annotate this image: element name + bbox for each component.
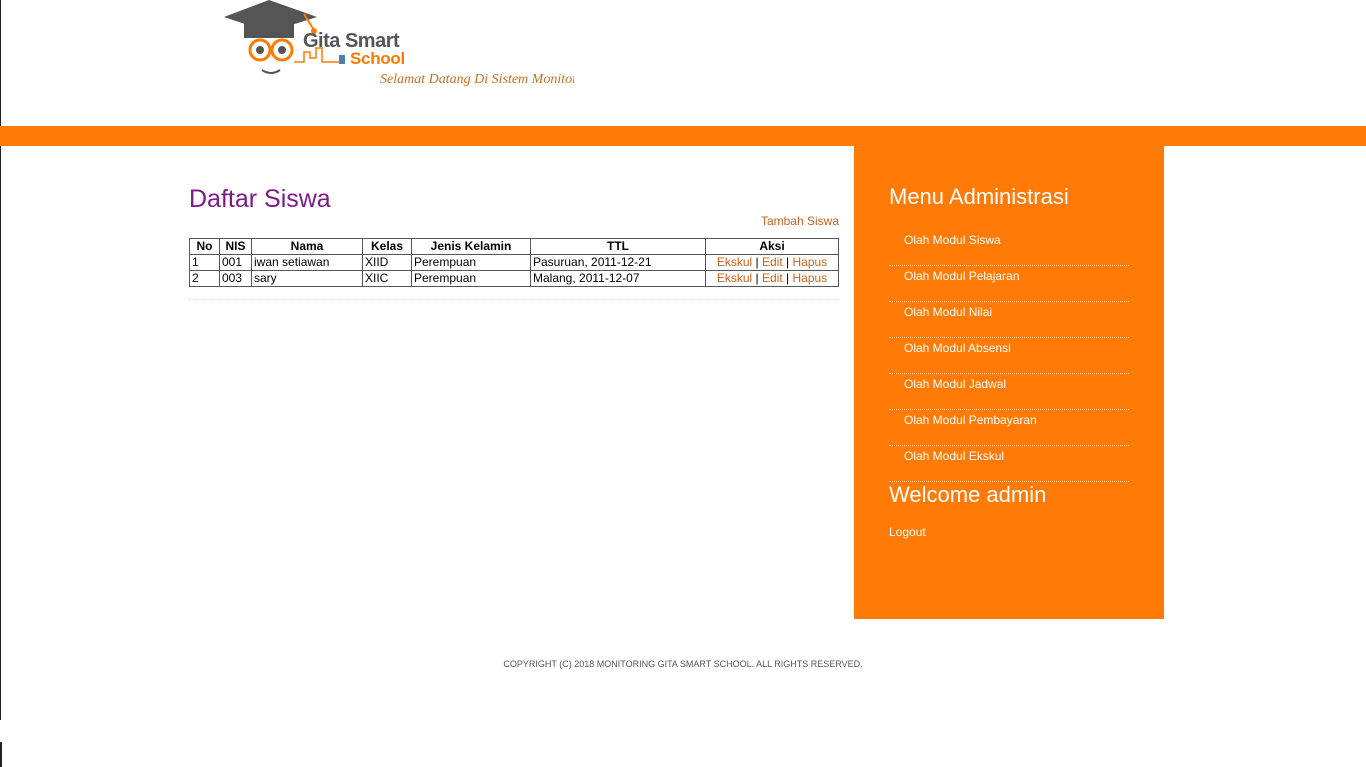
footer-copyright: COPYRIGHT (C) 2018 MONITORING GITA SMART… — [503, 659, 863, 669]
menu-item-jadwal[interactable]: Olah Modul Jadwal — [889, 374, 1129, 410]
content-divider — [189, 299, 839, 300]
cell-aksi: Ekskul | Edit | Hapus — [705, 254, 839, 271]
cell-jenis-kelamin: Perempuan — [411, 270, 531, 287]
column-header: TTL — [530, 238, 706, 255]
cell-ttl: Malang, 2011-12-07 — [530, 270, 706, 287]
sidebar-title: Menu Administrasi — [889, 184, 1069, 209]
column-header: Nama — [251, 238, 363, 255]
table-header-row: No NIS Nama Kelas Jenis Kelamin TTL Aksi — [189, 238, 839, 255]
menu-item-label: Olah Modul Jadwal — [904, 377, 1007, 391]
welcome-marquee: Selamat Datang Di Sistem Monitoring Gita… — [380, 72, 574, 87]
column-header: NIS — [219, 238, 252, 255]
menu-item-label: Olah Modul Absensi — [904, 341, 1011, 355]
separator: | — [786, 255, 790, 269]
separator: | — [786, 271, 790, 285]
menu-item-pembayaran[interactable]: Olah Modul Pembayaran — [889, 410, 1129, 446]
table-row: 1 001 iwan setiawan XIID Perempuan Pasur… — [189, 254, 839, 271]
window-left-edge — [0, 0, 1, 720]
cell-aksi: Ekskul | Edit | Hapus — [705, 270, 839, 287]
cell-nama: iwan setiawan — [251, 254, 363, 271]
cell-ttl: Pasuruan, 2011-12-21 — [530, 254, 706, 271]
menu-item-nilai[interactable]: Olah Modul Nilai — [889, 302, 1129, 338]
header-divider-bar — [0, 126, 1366, 146]
menu-item-label: Olah Modul Nilai — [904, 305, 993, 319]
menu-item-label: Olah Modul Siswa — [904, 233, 1001, 247]
welcome-heading: Welcome admin — [889, 482, 1047, 507]
cell-nis: 003 — [219, 270, 252, 287]
menu-item-label: Olah Modul Pelajaran — [904, 269, 1020, 283]
ekskul-link[interactable]: Ekskul — [717, 271, 752, 285]
cell-kelas: XIIC — [362, 270, 412, 287]
menu-item-label: Olah Modul Ekskul — [904, 449, 1005, 463]
delete-link[interactable]: Hapus — [792, 271, 827, 285]
student-table: No NIS Nama Kelas Jenis Kelamin TTL Aksi… — [189, 238, 839, 287]
table-row: 2 003 sary XIIC Perempuan Malang, 2011-1… — [189, 270, 839, 287]
cell-no: 2 — [189, 270, 220, 287]
add-student-link[interactable]: Tambah Siswa — [761, 214, 839, 228]
sidebar: Menu Administrasi Olah Modul Siswa Olah … — [889, 184, 1129, 539]
logout-link[interactable]: Logout — [889, 525, 1129, 539]
menu-item-label: Olah Modul Pembayaran — [904, 413, 1037, 427]
page-title: Daftar Siswa — [189, 185, 331, 213]
window-left-edge-bottom — [0, 742, 2, 767]
column-header: No — [189, 238, 220, 255]
decor-corner-right — [1164, 146, 1184, 166]
main-content: Daftar Siswa Tambah Siswa No NIS Nama Ke… — [189, 180, 839, 300]
cell-nis: 001 — [219, 254, 252, 271]
delete-link[interactable]: Hapus — [792, 255, 827, 269]
cell-no: 1 — [189, 254, 220, 271]
separator: | — [755, 271, 759, 285]
admin-menu: Olah Modul Siswa Olah Modul Pelajaran Ol… — [889, 230, 1129, 482]
column-header: Jenis Kelamin — [411, 238, 531, 255]
column-header: Kelas — [362, 238, 412, 255]
column-header: Aksi — [705, 238, 839, 255]
edit-link[interactable]: Edit — [762, 271, 783, 285]
menu-item-pelajaran[interactable]: Olah Modul Pelajaran — [889, 266, 1129, 302]
cell-nama: sary — [251, 270, 363, 287]
menu-item-siswa[interactable]: Olah Modul Siswa — [889, 230, 1129, 266]
menu-item-ekskul[interactable]: Olah Modul Ekskul — [889, 446, 1129, 482]
separator: | — [755, 255, 759, 269]
cell-jenis-kelamin: Perempuan — [411, 254, 531, 271]
decor-corner-left — [834, 146, 854, 166]
ekskul-link[interactable]: Ekskul — [717, 255, 752, 269]
cell-kelas: XIID — [362, 254, 412, 271]
menu-item-absensi[interactable]: Olah Modul Absensi — [889, 338, 1129, 374]
logo-subtitle: School — [350, 49, 405, 68]
edit-link[interactable]: Edit — [762, 255, 783, 269]
